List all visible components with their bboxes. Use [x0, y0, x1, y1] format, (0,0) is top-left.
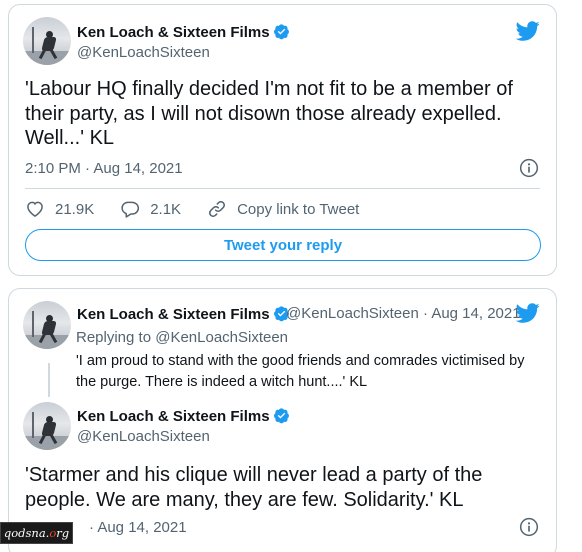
- parent-handle-date[interactable]: @KenLoachSixteen · Aug 14, 2021: [286, 305, 521, 322]
- copy-link-label: Copy link to Tweet: [237, 200, 360, 218]
- author-name-text[interactable]: Ken Loach & Sixteen Films: [77, 408, 270, 425]
- info-icon[interactable]: [519, 517, 539, 537]
- tweet-actions: 21.9K 2.1K Copy link to Tweet: [25, 199, 385, 219]
- replying-to-label[interactable]: Replying to @KenLoachSixteen: [76, 329, 288, 346]
- reply-button[interactable]: 2.1K: [120, 199, 181, 219]
- like-count: 21.9K: [55, 200, 95, 218]
- tweet-text: 'Labour HQ finally decided I'm not fit t…: [25, 78, 513, 149]
- heart-icon: [27, 201, 43, 217]
- author-name[interactable]: Ken Loach & Sixteen Films: [77, 23, 290, 41]
- avatar[interactable]: [23, 402, 71, 450]
- twitter-logo-icon[interactable]: [516, 19, 540, 43]
- twitter-logo-icon[interactable]: [516, 301, 540, 325]
- tweet-card-2[interactable]: Ken Loach & Sixteen Films @KenLoachSixte…: [8, 288, 557, 552]
- tweet-text: 'Starmer and his clique will never lead …: [25, 464, 483, 511]
- verified-badge-icon: [273, 408, 289, 424]
- parent-tweet-text: 'I am proud to stand with the good frien…: [76, 353, 525, 390]
- author-handle[interactable]: @KenLoachSixteen: [77, 428, 210, 445]
- author-handle[interactable]: @KenLoachSixteen: [77, 44, 210, 61]
- tweet-card-1[interactable]: Ken Loach & Sixteen Films @KenLoachSixte…: [8, 4, 557, 276]
- tweet-timestamp[interactable]: 2:10 PM · Aug 14, 2021: [25, 160, 183, 177]
- thread-connector-line: [48, 363, 50, 397]
- parent-author-name-text[interactable]: Ken Loach & Sixteen Films: [77, 306, 270, 323]
- reply-bubble-icon: [121, 201, 140, 218]
- link-icon: [209, 201, 226, 217]
- tweet-timestamp[interactable]: · Aug 14, 2021: [89, 519, 187, 536]
- divider: [25, 188, 540, 189]
- reply-count: 2.1K: [150, 200, 182, 218]
- watermark-logo: qodsna. o rg: [0, 522, 73, 544]
- info-icon[interactable]: [519, 158, 539, 178]
- avatar[interactable]: [23, 17, 71, 65]
- copy-link-button[interactable]: Copy link to Tweet: [207, 199, 359, 219]
- tweet-your-reply-button[interactable]: Tweet your reply: [25, 229, 541, 261]
- parent-author-name[interactable]: Ken Loach & Sixteen Films: [77, 305, 290, 323]
- author-name[interactable]: Ken Loach & Sixteen Films: [77, 407, 290, 425]
- verified-badge-icon: [273, 24, 289, 40]
- avatar[interactable]: [23, 301, 71, 349]
- like-button[interactable]: 21.9K: [25, 199, 94, 219]
- author-name-text[interactable]: Ken Loach & Sixteen Films: [77, 24, 270, 41]
